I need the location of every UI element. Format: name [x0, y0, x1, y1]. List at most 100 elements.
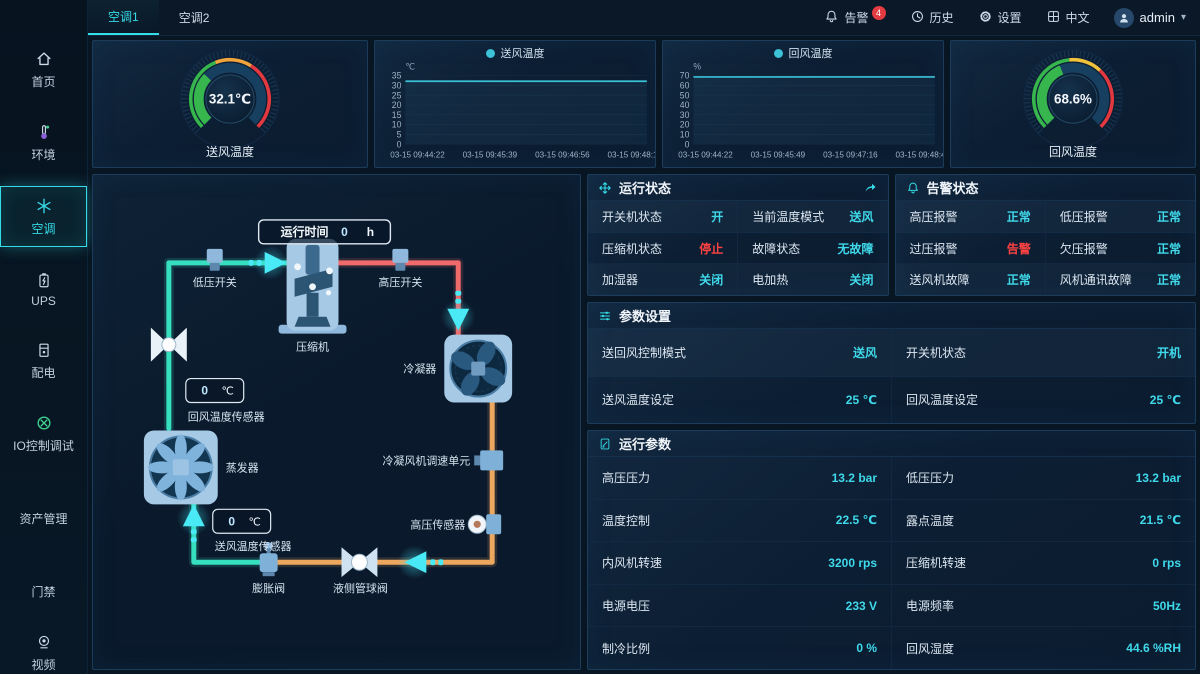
sidebar-item-power[interactable]: 配电 [0, 331, 87, 390]
hp-sensor-label: 高压传感器 [410, 517, 465, 531]
svg-text:32.1℃: 32.1℃ [209, 91, 251, 106]
return-temp-chart: %01020304050607003-15 09:44:2203-15 09:4… [663, 61, 943, 167]
field-value: 关闭 [699, 271, 723, 288]
svg-text:20: 20 [392, 100, 402, 110]
share-icon[interactable] [863, 180, 878, 195]
sidebar-item-label: IO控制调试 [13, 437, 74, 454]
alarm-count-badge: 4 [872, 6, 886, 20]
sidebar-item-home[interactable]: 首页 [0, 40, 87, 99]
tab-ac2[interactable]: 空调2 [159, 0, 230, 35]
sidebar-item-asset[interactable]: 资产管理 [0, 477, 87, 536]
settings-rows: 送回风控制模式送风开关机状态开机送风温度设定25 ℃回风温度设定25 ℃ [588, 329, 1195, 423]
field: 电加热关闭 [737, 264, 887, 295]
panel-title: 参数设置 [619, 306, 671, 325]
sidebar-item-env[interactable]: 环境 [0, 113, 87, 172]
svg-text:60: 60 [680, 80, 690, 90]
svg-text:40: 40 [680, 100, 690, 110]
supply-temp-gauge: 32.1℃ [140, 49, 320, 149]
action-label: 中文 [1066, 9, 1090, 26]
field-value: 25 ℃ [1150, 393, 1181, 407]
gauge-title: 送风温度 [206, 143, 254, 160]
svg-text:℃: ℃ [405, 61, 415, 71]
svg-text:10: 10 [392, 120, 402, 130]
field: 温度控制22.5 ℃ [588, 500, 891, 542]
header-action-language[interactable]: 中文 [1036, 0, 1100, 35]
chart-legend: 送风温度 [375, 41, 655, 61]
tab-ac1[interactable]: 空调1 [88, 0, 159, 35]
field: 内风机转速3200 rps [588, 542, 891, 584]
panel-row: 开关机状态 开当前温度模式送风 [588, 201, 888, 233]
svg-text:03-15 09:44:22: 03-15 09:44:22 [390, 151, 445, 160]
sidebar-item-label: 视频 [31, 656, 55, 673]
header-action-settings[interactable]: 设置 [968, 0, 1032, 35]
field-value: 0 % [856, 641, 877, 655]
sidebar-item-video[interactable]: 视频 [0, 623, 87, 674]
field: 压缩机状态停止 [588, 233, 737, 264]
field-value: 送风 [853, 344, 877, 361]
panel-row: 加湿器 关闭电加热关闭 [588, 264, 888, 295]
power-cabinet-icon [34, 340, 54, 360]
supply-sensor-label: 送风温度传感器 [215, 539, 292, 553]
sidebar-item-label: UPS [31, 294, 56, 308]
return-sensor-unit: ℃ [222, 386, 234, 398]
compressor-icon [279, 239, 347, 334]
content: 32.1℃ 送风温度 送风温度 ℃0510152025303503-15 09:… [88, 36, 1200, 674]
hvac-cycle-diagram: 运行时间 0 h 0 ℃ 0 [92, 174, 581, 670]
svg-text:30: 30 [392, 80, 402, 90]
field-label: 高压压力 [602, 469, 650, 486]
header-action-history[interactable]: 历史 [900, 0, 964, 35]
field-label: 加湿器 [602, 271, 638, 288]
field: 制冷比例 0 % [588, 627, 891, 669]
return-temp-sensor-box: 0 ℃ [186, 379, 244, 403]
chart-legend: 回风温度 [663, 41, 943, 61]
field-label: 低压报警 [1060, 208, 1108, 225]
svg-text:35: 35 [392, 71, 402, 81]
field-value: 停止 [699, 240, 723, 257]
svg-text:0: 0 [685, 139, 690, 149]
field: 过压报警告警 [896, 233, 1045, 264]
field-label: 制冷比例 [602, 640, 650, 657]
bell-icon [906, 181, 920, 195]
field-value: 21.5 ℃ [1140, 513, 1181, 527]
ball-valve-label: 液侧管球阀 [333, 581, 388, 595]
header-action-alarm[interactable]: 告警4 [814, 0, 895, 35]
field: 低压报警正常 [1045, 201, 1195, 232]
field-label: 欠压报警 [1060, 240, 1108, 257]
sidebar-item-ups[interactable]: UPS [0, 261, 87, 317]
field: 压缩机转速 0 rps [891, 542, 1195, 584]
panel-row: 高压压力13.2 bar低压压力13.2 bar [588, 457, 1195, 500]
top-bar: 空调1空调2 告警4历史设置 中文 admin▾ [88, 0, 1200, 36]
header-actions: 告警4历史设置 中文 admin▾ [814, 0, 1200, 35]
supply-sensor-value: 0 [228, 514, 235, 528]
field-value: 告警 [1007, 240, 1031, 257]
field: 电源电压233 V [588, 585, 891, 627]
user-menu[interactable]: admin▾ [1104, 8, 1186, 28]
settings-panel: 参数设置 送回风控制模式送风开关机状态开机送风温度设定25 ℃回风温度设定25 … [587, 302, 1196, 424]
field-label: 电加热 [752, 271, 788, 288]
field-label: 送风温度设定 [602, 391, 674, 408]
field-value: 开 [711, 208, 723, 225]
supply-temp-chart: ℃0510152025303503-15 09:44:2203-15 09:45… [375, 61, 655, 167]
field-label: 开关机状态 [602, 208, 662, 225]
svg-text:03-15 09:44:22: 03-15 09:44:22 [678, 151, 733, 160]
sidebar-item-door[interactable]: 门禁 [0, 550, 87, 609]
field: 当前温度模式送风 [737, 201, 887, 232]
gauge-panel-return-temp: 68.6% 回风温度 [950, 40, 1196, 168]
svg-text:70: 70 [680, 71, 690, 81]
no-icon [34, 559, 54, 579]
line-chart-return-temp: 回风温度 %01020304050607003-15 09:44:2203-15… [662, 40, 944, 168]
field-value: 送风 [849, 208, 873, 225]
field-value: 正常 [1157, 240, 1181, 257]
compressor-label: 压缩机 [296, 340, 329, 354]
run-time-box: 运行时间 0 h [259, 220, 391, 244]
field-label: 压缩机转速 [906, 554, 966, 571]
sidebar-item-io[interactable]: IO控制调试 [0, 404, 87, 463]
sidebar-item-ac[interactable]: 空调 [0, 186, 87, 247]
return-sensor-label: 回风温度传感器 [188, 409, 265, 423]
chevron-down-icon: ▾ [1181, 12, 1186, 23]
panel-header: 告警状态 [896, 175, 1196, 201]
params-panel: 运行参数 高压压力13.2 bar低压压力13.2 bar温度控制22.5 ℃露… [587, 430, 1196, 670]
panel-title: 运行状态 [619, 178, 671, 197]
field-value: 0 rps [1152, 556, 1181, 570]
home-icon [34, 49, 54, 69]
